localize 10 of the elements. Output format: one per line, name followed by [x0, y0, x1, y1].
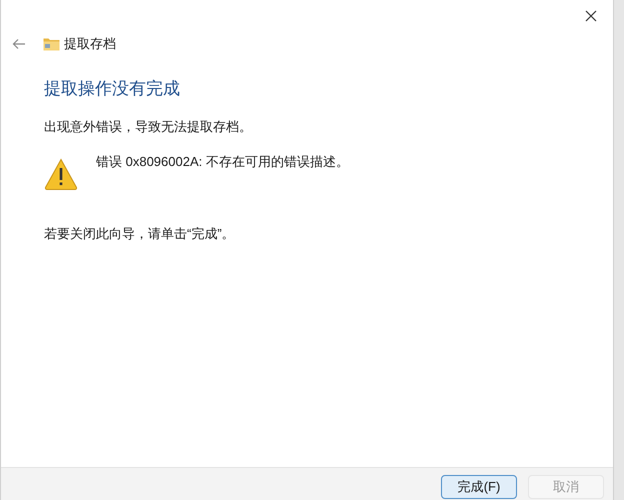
finish-button[interactable]: 完成(F) — [441, 475, 517, 499]
window-title: 提取存档 — [64, 35, 116, 54]
error-message: 出现意外错误，导致无法提取存档。 — [44, 118, 252, 136]
heading: 提取操作没有完成 — [44, 78, 180, 100]
close-instruction: 若要关闭此向导，请单击“完成”。 — [44, 225, 235, 243]
close-icon — [585, 10, 597, 22]
warning-icon — [44, 158, 78, 190]
folder-icon — [43, 37, 60, 51]
error-code-text: 错误 0x8096002A: 不存在可用的错误描述。 — [96, 153, 349, 171]
back-arrow-icon — [12, 38, 26, 50]
